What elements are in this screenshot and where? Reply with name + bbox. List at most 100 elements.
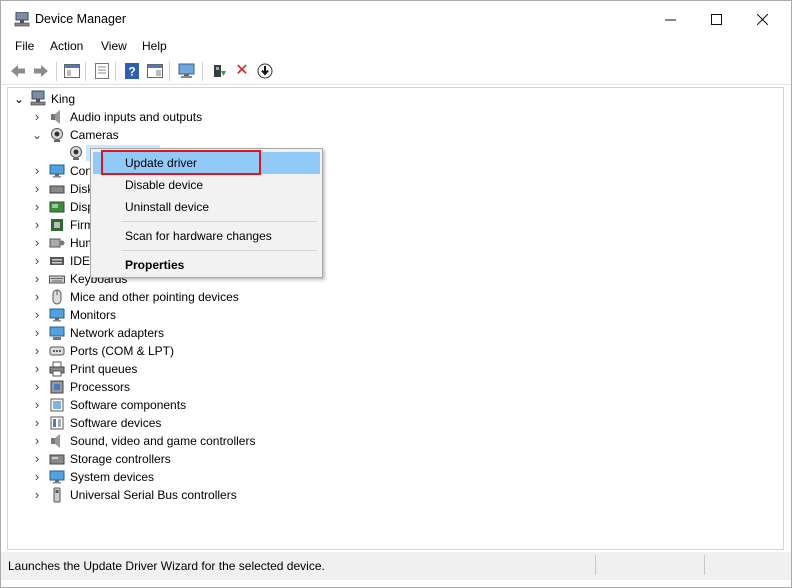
action-pane-icon (147, 64, 163, 78)
hid-icon (49, 238, 65, 248)
status-divider (595, 555, 596, 575)
chevron-right-icon[interactable]: › (32, 200, 42, 213)
update-driver-icon (214, 65, 226, 77)
title-bar: Device Manager (1, 1, 791, 37)
chevron-down-icon[interactable]: ⌄ (32, 129, 42, 141)
scan-hardware-icon (178, 63, 195, 78)
tree-item-label[interactable]: Print queues (70, 362, 137, 376)
disk-icon (49, 185, 65, 194)
tree-item-label[interactable]: Software components (70, 398, 186, 412)
properties-icon (95, 63, 109, 79)
chevron-right-icon[interactable]: › (32, 380, 42, 393)
context-disable-device[interactable]: Disable device (93, 174, 320, 196)
chevron-right-icon[interactable]: › (32, 362, 42, 375)
chevron-right-icon[interactable]: › (32, 218, 42, 231)
maximize-icon (710, 13, 722, 25)
status-text: Launches the Update Driver Wizard for th… (8, 559, 325, 573)
menu-help[interactable]: Help (142, 39, 167, 53)
keyboard-icon (49, 275, 65, 284)
tree-item-label[interactable]: Cameras (70, 128, 119, 142)
display-adapter-icon (49, 201, 65, 213)
console-tree-button[interactable] (63, 62, 81, 80)
window-title: Device Manager (35, 12, 127, 26)
chevron-right-icon[interactable]: › (32, 110, 42, 123)
system-icon (49, 470, 65, 484)
menu-action[interactable]: Action (50, 39, 83, 53)
tree-item-label[interactable]: Audio inputs and outputs (70, 110, 202, 124)
help-button[interactable]: ? (123, 62, 141, 80)
chevron-right-icon[interactable]: › (32, 236, 42, 249)
tree-item-label[interactable]: Con (70, 164, 92, 178)
back-button[interactable] (9, 62, 27, 80)
tree-item-label[interactable]: IDE (70, 254, 90, 268)
chevron-right-icon[interactable]: › (32, 416, 42, 429)
close-icon (756, 13, 768, 25)
context-properties[interactable]: Properties (93, 254, 320, 276)
minimize-button[interactable] (647, 1, 693, 37)
close-button[interactable] (739, 1, 785, 37)
context-scan-hardware[interactable]: Scan for hardware changes (93, 225, 320, 247)
chevron-right-icon[interactable]: › (32, 254, 42, 267)
mouse-icon (52, 289, 62, 305)
tree-item-label[interactable]: Mice and other pointing devices (70, 290, 239, 304)
disable-button[interactable] (256, 62, 274, 80)
tree-item-label[interactable]: Monitors (70, 308, 116, 322)
software-component-icon (50, 398, 64, 412)
properties-button[interactable] (93, 62, 111, 80)
minimize-icon (664, 19, 676, 20)
tree-root-label[interactable]: King (51, 92, 75, 106)
chevron-right-icon[interactable]: › (32, 452, 42, 465)
svg-text:?: ? (128, 65, 135, 79)
uninstall-icon: ✕ (235, 62, 249, 79)
network-icon (49, 326, 65, 340)
help-icon: ? (125, 63, 139, 79)
chevron-right-icon[interactable]: › (32, 272, 42, 285)
status-divider (704, 555, 705, 575)
chevron-right-icon[interactable]: › (32, 182, 42, 195)
scan-hardware-button[interactable] (178, 62, 196, 80)
toolbar-separator (202, 62, 203, 81)
chevron-right-icon[interactable]: › (32, 326, 42, 339)
disable-icon (257, 63, 273, 79)
tree-item-label[interactable]: Processors (70, 380, 130, 394)
tree-item-label[interactable]: Sound, video and game controllers (70, 434, 255, 448)
context-uninstall-device[interactable]: Uninstall device (93, 196, 320, 218)
menu-file[interactable]: File (15, 39, 34, 53)
tree-item-label[interactable]: Software devices (70, 416, 161, 430)
chevron-right-icon[interactable]: › (32, 398, 42, 411)
storage-icon (49, 454, 65, 465)
chevron-right-icon[interactable]: › (32, 488, 42, 501)
chevron-right-icon[interactable]: › (32, 164, 42, 177)
context-separator (121, 221, 317, 222)
show-hide-console-tree-icon (64, 64, 80, 78)
toolbar-separator (56, 62, 57, 81)
webcam-icon (70, 146, 82, 160)
back-icon (11, 65, 25, 77)
chevron-right-icon[interactable]: › (32, 308, 42, 321)
chevron-right-icon[interactable]: › (32, 344, 42, 357)
ide-icon (50, 257, 64, 265)
menu-view[interactable]: View (101, 39, 127, 53)
action-pane-button[interactable] (146, 62, 164, 80)
chevron-right-icon[interactable]: › (32, 470, 42, 483)
update-driver-button[interactable] (210, 62, 228, 80)
tree-item-label[interactable]: Ports (COM & LPT) (70, 344, 174, 358)
camera-icon (51, 128, 63, 142)
highlight-annotation-box (101, 150, 261, 175)
toolbar-separator (115, 62, 116, 81)
chevron-down-icon[interactable]: ⌄ (14, 93, 24, 105)
maximize-button[interactable] (693, 1, 739, 37)
processor-icon (50, 380, 64, 394)
tree-item-label[interactable]: Universal Serial Bus controllers (70, 488, 237, 502)
tree-item-label[interactable]: Network adapters (70, 326, 164, 340)
chevron-right-icon[interactable]: › (32, 290, 42, 303)
uninstall-button[interactable]: ✕ (233, 62, 251, 80)
software-device-icon (50, 416, 64, 430)
tree-item-label[interactable]: Storage controllers (70, 452, 171, 466)
toolbar-separator (169, 62, 170, 81)
tree-item-label[interactable]: System devices (70, 470, 154, 484)
port-icon (49, 346, 65, 356)
chevron-right-icon[interactable]: › (32, 434, 42, 447)
menu-bar: File Action View Help (1, 37, 791, 57)
forward-button[interactable] (32, 62, 50, 80)
